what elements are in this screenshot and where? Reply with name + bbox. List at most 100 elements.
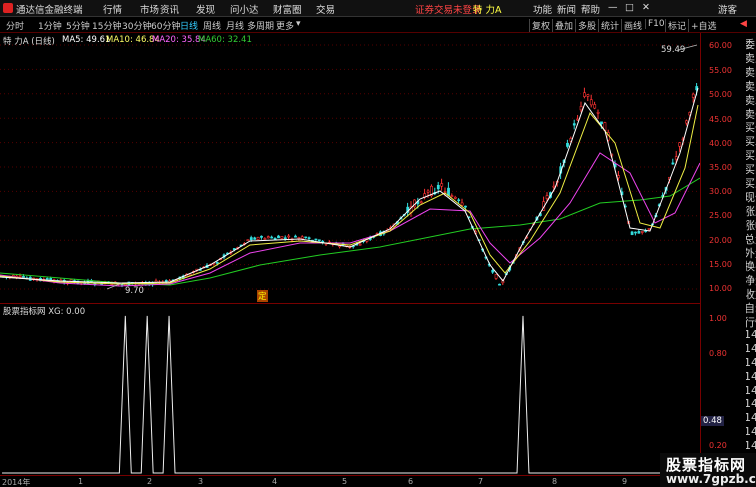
candle: [494, 274, 498, 279]
menu-shichang[interactable]: 市场: [140, 2, 159, 16]
x-label-4: 4: [272, 477, 278, 486]
menu-gongneng[interactable]: 功能: [533, 2, 552, 16]
x-label-6: 6: [408, 477, 414, 486]
low-price-label: 9.70: [125, 286, 144, 296]
x-label-2: 2: [147, 477, 153, 486]
tool-add-watchlist[interactable]: +自选: [688, 19, 717, 32]
window-maximize-icon[interactable]: □: [625, 2, 634, 13]
period-30min[interactable]: 30分钟: [122, 19, 151, 32]
quote-panel-label: 14:50: [746, 439, 756, 453]
menu-wenxiaoda[interactable]: 问小达: [230, 2, 259, 16]
event-marker[interactable]: 定: [257, 290, 268, 302]
period-multi[interactable]: 多周期: [247, 19, 274, 32]
period-more[interactable]: 更多: [276, 19, 294, 32]
quote-panel-label: 14:50: [746, 355, 756, 369]
candle: [450, 195, 454, 197]
window-minimize-icon[interactable]: —: [608, 2, 618, 13]
candle: [460, 202, 464, 206]
x-label-5: 5: [342, 477, 348, 486]
candle: [253, 237, 257, 240]
login-notice[interactable]: 证券交易未登录: [415, 2, 482, 16]
tool-diejia[interactable]: 叠加: [552, 19, 573, 32]
candle: [18, 275, 22, 278]
price-tick-20: 20.00: [709, 236, 732, 245]
candle: [617, 175, 620, 179]
period-daily[interactable]: 日线: [180, 19, 198, 32]
candle: [586, 94, 590, 97]
candle: [453, 196, 457, 199]
candle: [300, 236, 304, 239]
x-label-8: 8: [552, 477, 558, 486]
price-tick-50: 50.00: [709, 90, 732, 99]
candle: [307, 237, 311, 239]
x-label-9: 9: [622, 477, 628, 486]
x-label-7: 7: [478, 477, 484, 486]
candle: [572, 123, 576, 126]
menu-bangzhu[interactable]: 帮助: [581, 2, 600, 16]
candle: [273, 238, 277, 240]
candle: [457, 199, 461, 202]
price-tick-15: 15.00: [709, 260, 732, 269]
chevron-down-icon[interactable]: ▾: [296, 19, 301, 29]
price-tick-45: 45.00: [709, 115, 732, 124]
period-5min[interactable]: 5分钟: [66, 19, 90, 32]
menu-caifuquan[interactable]: 财富圈: [273, 2, 302, 16]
quote-panel-label: 14:50: [746, 327, 756, 341]
menu-jiaoyi[interactable]: 交易: [316, 2, 335, 16]
quote-panel-label: 14:50: [746, 425, 756, 439]
candle: [283, 237, 287, 240]
tool-tongji[interactable]: 统计: [598, 19, 619, 32]
menu-xinwen[interactable]: 新闻: [557, 2, 576, 16]
candle: [498, 283, 501, 286]
user-guest[interactable]: 游客: [718, 2, 737, 16]
candlestick-chart[interactable]: [0, 33, 700, 303]
tool-duogu[interactable]: 多股: [575, 19, 596, 32]
price-tick-40: 40.00: [709, 139, 732, 148]
price-tick-30: 30.00: [709, 187, 732, 196]
indicator-chart[interactable]: [0, 303, 700, 475]
candle: [674, 156, 678, 160]
indicator-tick-1: 1.00: [709, 314, 727, 323]
period-60min[interactable]: 60分钟: [151, 19, 180, 32]
candle: [358, 243, 362, 246]
period-fenshi[interactable]: 分时: [6, 19, 24, 32]
candle: [545, 195, 549, 199]
period-1min[interactable]: 1分钟: [38, 19, 62, 32]
candle: [49, 278, 53, 281]
x-label-3: 3: [198, 477, 204, 486]
candle: [246, 239, 250, 241]
tool-f10[interactable]: F10: [645, 19, 665, 29]
menu-hangqing[interactable]: 行情: [103, 2, 122, 16]
menu-faxian[interactable]: 发现: [196, 2, 215, 16]
app-logo-icon: [3, 3, 13, 13]
candle: [640, 231, 644, 233]
sidebar-toggle-icon[interactable]: ◀: [740, 19, 747, 29]
candle: [317, 239, 321, 242]
quote-panel-label: 14:50: [746, 397, 756, 411]
candle: [266, 236, 270, 239]
candle: [685, 120, 688, 124]
candle: [440, 183, 444, 187]
tool-biaoji[interactable]: 标记: [665, 19, 686, 32]
candle: [647, 227, 651, 230]
x-label-1: 1: [78, 477, 84, 486]
period-weekly[interactable]: 周线: [203, 19, 221, 32]
price-gridlines: [0, 44, 700, 290]
tool-huaxian[interactable]: 画线: [621, 19, 642, 32]
window-close-icon[interactable]: ✕: [642, 2, 650, 13]
candles: [1, 83, 699, 288]
price-tick-35: 35.00: [709, 163, 732, 172]
tool-fuquan[interactable]: 复权: [529, 19, 550, 32]
candle: [277, 235, 280, 239]
candle: [634, 231, 637, 234]
period-15min[interactable]: 15分钟: [92, 19, 121, 32]
quote-panel-label: 14:50: [746, 369, 756, 383]
period-monthly[interactable]: 月线: [226, 19, 244, 32]
quote-panel-label: 14:50: [746, 341, 756, 355]
candle: [691, 93, 695, 98]
ma10-line: [0, 104, 699, 285]
quote-panel-label: 14:50: [746, 411, 756, 425]
candle: [215, 262, 219, 264]
menu-zixun[interactable]: 资讯: [160, 2, 179, 16]
candle: [263, 238, 267, 240]
